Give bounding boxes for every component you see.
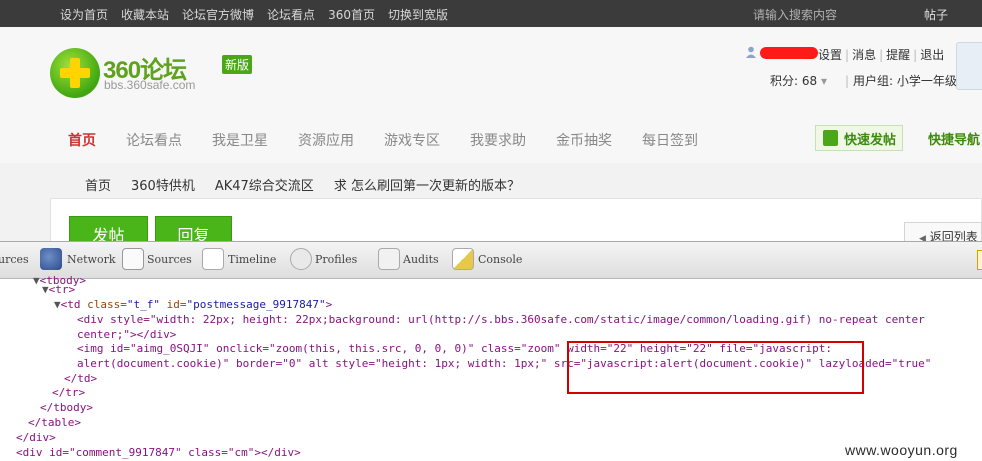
- top-link-highlights[interactable]: 论坛看点: [267, 6, 315, 23]
- tab-audits[interactable]: Audits: [403, 253, 439, 266]
- logout-link[interactable]: 退出: [920, 48, 944, 62]
- sources-icon: [122, 248, 144, 270]
- watermark: www.wooyun.org: [845, 442, 958, 458]
- quick-nav-link[interactable]: 快捷导航: [928, 129, 980, 148]
- breadcrumb: 首页 360特供机 AK47综合交流区 求 怎么刷回第一次更新的版本？: [85, 175, 520, 194]
- tab-sources[interactable]: Sources: [147, 253, 192, 266]
- timeline-icon: [202, 248, 224, 270]
- reply-button[interactable]: 回复: [155, 216, 232, 245]
- edit-icon: [823, 130, 838, 146]
- code-line[interactable]: </table>: [28, 416, 81, 431]
- top-links: 设为首页 收藏本站 论坛官方微博 论坛看点 360首页 切换到宽版: [60, 6, 448, 23]
- nav-item-resources[interactable]: 资源应用: [298, 130, 354, 150]
- post-button[interactable]: 发帖: [69, 216, 148, 245]
- user-icon: [746, 46, 756, 58]
- quick-post-button[interactable]: 快速发帖: [815, 125, 903, 151]
- settings-link[interactable]: 设置: [818, 48, 842, 62]
- code-line[interactable]: ▼<td class="t_f" id="postmessage_9917847…: [54, 298, 332, 313]
- logo-icon[interactable]: [50, 48, 100, 98]
- nav-item-highlights[interactable]: 论坛看点: [126, 130, 182, 150]
- code-line[interactable]: ▼<tr>: [42, 283, 75, 298]
- tab-profiles[interactable]: Profiles: [315, 253, 357, 266]
- user-links: 设置 | 消息 | 提醒 | 退出: [818, 48, 945, 62]
- network-icon: [40, 248, 62, 270]
- highlight-box: [567, 341, 864, 394]
- audits-icon: [378, 248, 400, 270]
- reminders-link[interactable]: 提醒: [886, 48, 910, 62]
- back-to-list-button[interactable]: ◀ 返回列表: [904, 222, 982, 244]
- tab-console[interactable]: Console: [478, 253, 522, 266]
- redacted-username: [760, 47, 818, 59]
- tab-timeline[interactable]: Timeline: [228, 253, 276, 266]
- top-link-weibo[interactable]: 论坛官方微博: [182, 6, 254, 23]
- top-link-bookmark[interactable]: 收藏本站: [121, 6, 169, 23]
- search-input[interactable]: 请输入搜索内容: [753, 6, 837, 23]
- console-icon: [452, 248, 474, 270]
- code-line[interactable]: </tbody>: [40, 401, 93, 416]
- top-link-homepage[interactable]: 设为首页: [60, 6, 108, 23]
- profiles-icon: [290, 248, 312, 270]
- nav-item-checkin[interactable]: 每日签到: [642, 130, 698, 150]
- breadcrumb-thread[interactable]: 求 怎么刷回第一次更新的版本？: [334, 175, 520, 194]
- devtools-toolbar: urces Network Sources Timeline Profiles …: [0, 241, 982, 279]
- tab-network[interactable]: Network: [67, 253, 116, 266]
- code-line[interactable]: </td>: [64, 372, 97, 387]
- messages-link[interactable]: 消息: [852, 48, 876, 62]
- avatar[interactable]: [956, 42, 982, 90]
- score-label[interactable]: 积分: 68 ▾: [770, 72, 827, 89]
- nav-item-games[interactable]: 游戏专区: [384, 130, 440, 150]
- nav-item-help[interactable]: 我要求助: [470, 130, 526, 150]
- code-line[interactable]: <div id="comment_9917847" class="cm"></d…: [16, 446, 301, 461]
- nav-item-satellite[interactable]: 我是卫星: [212, 130, 268, 150]
- breadcrumb-home[interactable]: 首页: [85, 175, 111, 194]
- logo-badge: 新版: [222, 55, 253, 74]
- tab-resources[interactable]: urces: [0, 253, 29, 266]
- code-line[interactable]: center;"></div>: [77, 328, 176, 343]
- code-line[interactable]: </tr>: [52, 386, 85, 401]
- top-bar: 设为首页 收藏本站 论坛官方微博 论坛看点 360首页 切换到宽版 请输入搜索内…: [0, 0, 982, 27]
- nav-item-home[interactable]: 首页: [68, 130, 96, 150]
- top-link-widescreen[interactable]: 切换到宽版: [388, 6, 448, 23]
- code-line[interactable]: <div style="width: 22px; height: 22px;ba…: [77, 313, 925, 328]
- breadcrumb-forum[interactable]: AK47综合交流区: [215, 175, 314, 194]
- top-link-360home[interactable]: 360首页: [328, 6, 375, 23]
- breadcrumb-section[interactable]: 360特供机: [131, 175, 195, 194]
- usergroup-label[interactable]: | 用户组: 小学一年级: [845, 72, 957, 89]
- nav-item-lottery[interactable]: 金币抽奖: [556, 130, 612, 150]
- code-line[interactable]: </div>: [16, 431, 56, 446]
- devtools-status-icon[interactable]: [977, 250, 982, 270]
- search-type-select[interactable]: 帖子: [924, 6, 948, 23]
- logo-url: bbs.360safe.com: [104, 78, 196, 92]
